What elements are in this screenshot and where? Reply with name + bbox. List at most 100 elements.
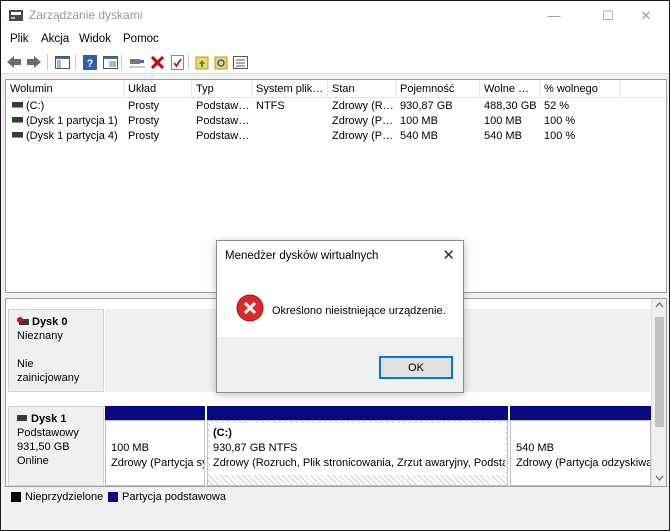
disk-icon [17, 415, 27, 421]
search-folder-icon[interactable] [212, 53, 230, 71]
column-header-layout[interactable]: Układ [124, 80, 192, 98]
partition-status: Zdrowy (Partycja sy [111, 457, 205, 469]
close-button[interactable]: ✕ [623, 1, 669, 30]
partition-body: 100 MB Zdrowy (Partycja sy [105, 420, 205, 486]
disk-management-app-icon [9, 10, 23, 21]
capacity-cell: 100 MB [400, 115, 438, 127]
ok-button[interactable]: OK [379, 356, 453, 379]
delete-icon[interactable] [148, 53, 166, 71]
percent-free-cell: 52 % [544, 100, 570, 112]
drive-icon [12, 132, 23, 138]
capacity-cell: 540 MB [400, 130, 438, 142]
filesystem-cell [252, 114, 328, 129]
maximize-icon: ☐ [602, 7, 614, 23]
disk-0-header: Dysk 0 [17, 315, 95, 329]
legend-primary-label: Partycja podstawowa [122, 491, 226, 503]
disk-uninitialized-icon [17, 317, 29, 325]
type-cell: Podstaw… [196, 115, 250, 127]
volume-name-cell: (C:) [8, 99, 124, 114]
partition-bar [105, 406, 205, 420]
minimize-button[interactable]: — [531, 1, 577, 30]
partition-body: 540 MB Zdrowy (Partycja odzyskiwa [510, 420, 651, 486]
error-icon [236, 294, 264, 322]
free-cell: 100 MB [484, 115, 522, 127]
partition-inner: (C:) 930,87 GB NTFS Zdrowy (Rozruch, Pli… [210, 423, 505, 475]
disk-1-status: Online [17, 455, 49, 467]
column-header-percent-free[interactable]: % wolnego [540, 80, 620, 98]
svg-text:?: ? [87, 58, 94, 70]
status-cell: Zdrowy (R… [332, 100, 394, 112]
partition-bar [510, 406, 651, 420]
free-cell: 540 MB [484, 130, 522, 142]
partition-size: 540 MB [516, 442, 554, 454]
disk-0-label[interactable]: Dysk 0 Nieznany Nie zainicjowany [8, 309, 104, 392]
menu-pomoc[interactable]: Pomoc [123, 33, 159, 45]
layout-cell: Prosty [128, 100, 160, 112]
free-cell: 488,30 GB [484, 100, 537, 112]
scroll-down-icon[interactable] [652, 472, 667, 484]
menu-widok[interactable]: Widok [79, 33, 111, 45]
disk-1-label[interactable]: Dysk 1 Podstawowy 931,50 GB Online [8, 406, 104, 486]
table-row[interactable]: (C:) Prosty Podstaw… NTFS Zdrowy (R… 930… [6, 99, 666, 114]
type-cell: Podstaw… [196, 100, 250, 112]
partition-c[interactable]: (C:) 930,87 GB NTFS Zdrowy (Rozruch, Pli… [207, 406, 508, 486]
scrollbar-thumb[interactable] [655, 317, 664, 427]
scroll-up-icon[interactable] [652, 299, 667, 311]
layout-cell: Prosty [128, 130, 160, 142]
dialog-close-icon[interactable]: ✕ [442, 246, 455, 264]
column-header-filesystem[interactable]: System plik… [252, 80, 328, 98]
disk-1-type: Podstawowy [17, 427, 79, 439]
volume-list-header: Wolumin Układ Typ System plik… Stan Poje… [6, 80, 666, 98]
type-cell: Podstaw… [196, 130, 250, 142]
status-cell: Zdrowy (P… [332, 130, 394, 142]
legend-unallocated-label: Nieprzydzielone [25, 491, 104, 503]
title-bar: Zarządzanie dyskami — ☐ ✕ [1, 1, 669, 30]
menu-akcja[interactable]: Akcja [41, 33, 69, 45]
vertical-scrollbar[interactable] [651, 299, 666, 486]
filesystem-cell: NTFS [256, 100, 285, 112]
column-header-status[interactable]: Stan [328, 80, 396, 98]
disk-0-name: Dysk 0 [32, 316, 68, 328]
console-tree-icon[interactable] [53, 53, 71, 71]
column-header-free[interactable]: Wolne … [480, 80, 540, 98]
table-row[interactable]: (Dysk 1 partycja 4) Prosty Podstaw… Zdro… [6, 129, 666, 144]
error-dialog: Menedżer dysków wirtualnych ✕ Określono … [216, 240, 464, 393]
forward-icon[interactable] [25, 53, 43, 71]
partition-size: 100 MB [111, 442, 149, 454]
minimize-icon: — [547, 8, 561, 23]
dialog-title: Menedżer dysków wirtualnych [225, 250, 379, 262]
window-title: Zarządzanie dyskami [29, 8, 143, 22]
partition-size: 930,87 GB NTFS [213, 442, 298, 454]
menu-bar: Plik Akcja Widok Pomoc [1, 30, 669, 50]
percent-free-cell: 100 % [544, 115, 576, 127]
disk-management-window: Zarządzanie dyskami — ☐ ✕ Plik Akcja Wid… [0, 0, 670, 531]
column-header-volume[interactable]: Wolumin [6, 80, 124, 98]
help-icon[interactable]: ? [81, 53, 99, 71]
column-header-capacity[interactable]: Pojemność [396, 80, 480, 98]
partition-system[interactable]: 100 MB Zdrowy (Partycja sy [105, 406, 205, 486]
partition-bar [207, 406, 508, 420]
status-cell: Zdrowy (P… [332, 115, 394, 127]
capacity-cell: 930,87 GB [400, 100, 453, 112]
properties-icon[interactable] [101, 53, 119, 71]
disk-0-type: Nieznany [17, 330, 63, 342]
menu-plik[interactable]: Plik [10, 33, 29, 45]
partition-title: (C:) [213, 427, 232, 439]
list-icon[interactable] [231, 53, 249, 71]
back-icon[interactable] [5, 53, 23, 71]
legend-unallocated-swatch [11, 492, 21, 502]
check-icon[interactable] [168, 53, 186, 71]
disk-1-size: 931,50 GB [17, 441, 70, 453]
connect-icon[interactable] [128, 53, 146, 71]
partition-recovery[interactable]: 540 MB Zdrowy (Partycja odzyskiwa [510, 406, 651, 486]
disk-0-status: Nie zainicjowany [17, 358, 80, 384]
toolbar: ? [1, 50, 669, 74]
folder-up-icon[interactable] [193, 53, 211, 71]
partition-title [516, 426, 645, 441]
drive-icon [12, 117, 23, 123]
drive-icon [12, 102, 23, 108]
column-header-type[interactable]: Typ [192, 80, 252, 98]
volume-name-cell: (Dysk 1 partycja 4) [8, 129, 124, 144]
table-row[interactable]: (Dysk 1 partycja 1) Prosty Podstaw… Zdro… [6, 114, 666, 129]
partition-status: Zdrowy (Partycja odzyskiwa [516, 457, 651, 469]
